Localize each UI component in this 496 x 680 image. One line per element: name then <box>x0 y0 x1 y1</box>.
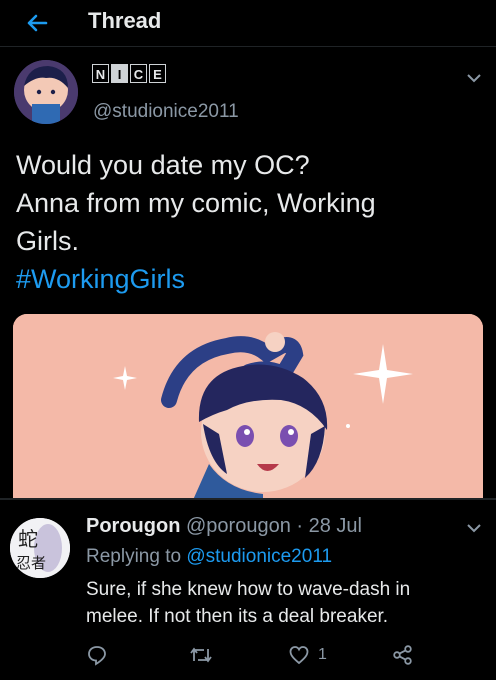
reply-line: Sure, if she knew how to wave-dash in <box>86 579 411 600</box>
replier-avatar[interactable]: 蛇 忍者 <box>10 518 70 578</box>
heart-icon <box>289 646 309 665</box>
reply-chevron-down-icon[interactable] <box>466 522 482 534</box>
reply-header: Porougon @porougon · 28 Jul <box>86 515 362 538</box>
tweet-body: Would you date my OC? Anna from my comic… <box>16 146 476 298</box>
back-arrow-icon[interactable] <box>22 8 52 38</box>
reply-body: Sure, if she knew how to wave-dash in me… <box>86 576 476 630</box>
avatar-illustration <box>14 60 78 124</box>
like-count: 1 <box>318 646 327 663</box>
author-handle[interactable]: @studionice2011 <box>93 101 239 123</box>
avatar-glyph-2: 忍者 <box>16 554 46 572</box>
tweet-line: Anna from my comic, Working <box>16 188 376 218</box>
chevron-down-icon[interactable] <box>466 72 482 84</box>
name-letter: E <box>149 64 166 83</box>
like-action[interactable]: 1 <box>288 640 327 670</box>
replying-prefix: Replying to <box>86 546 187 567</box>
reply-action[interactable] <box>86 640 108 670</box>
avatar-glyph-1: 蛇 <box>18 527 38 551</box>
replying-to-line: Replying to @studionice2011 <box>86 546 332 568</box>
author-name-badge[interactable]: N I C E <box>92 64 166 83</box>
tweet-line: Girls. <box>16 226 79 256</box>
name-letter: I <box>111 64 128 83</box>
author-avatar[interactable] <box>14 60 78 124</box>
hashtag-link[interactable]: #WorkingGirls <box>16 260 476 298</box>
retweet-action[interactable] <box>188 640 214 670</box>
anime-character-illustration <box>13 314 483 500</box>
replying-mention-link[interactable]: @studionice2011 <box>186 546 332 567</box>
page-title: Thread <box>88 8 162 33</box>
name-letter: N <box>92 64 109 83</box>
name-letter: C <box>130 64 147 83</box>
top-bar: Thread <box>0 0 496 47</box>
tweet-line: Would you date my OC? <box>16 150 310 180</box>
comment-icon <box>88 646 106 666</box>
reply-action-bar: 1 <box>86 640 486 670</box>
divider <box>0 498 496 500</box>
reply-handle-and-date: @porougon · 28 Jul <box>180 515 362 537</box>
share-icon <box>393 645 412 665</box>
tweet-media-image[interactable] <box>13 314 483 500</box>
reply-display-name[interactable]: Porougon <box>86 515 180 537</box>
share-action[interactable] <box>392 640 414 670</box>
reply-line: melee. If not then its a deal breaker. <box>86 606 389 627</box>
retweet-icon <box>190 647 212 663</box>
calligraphy-avatar-image: 蛇 忍者 <box>10 518 70 578</box>
